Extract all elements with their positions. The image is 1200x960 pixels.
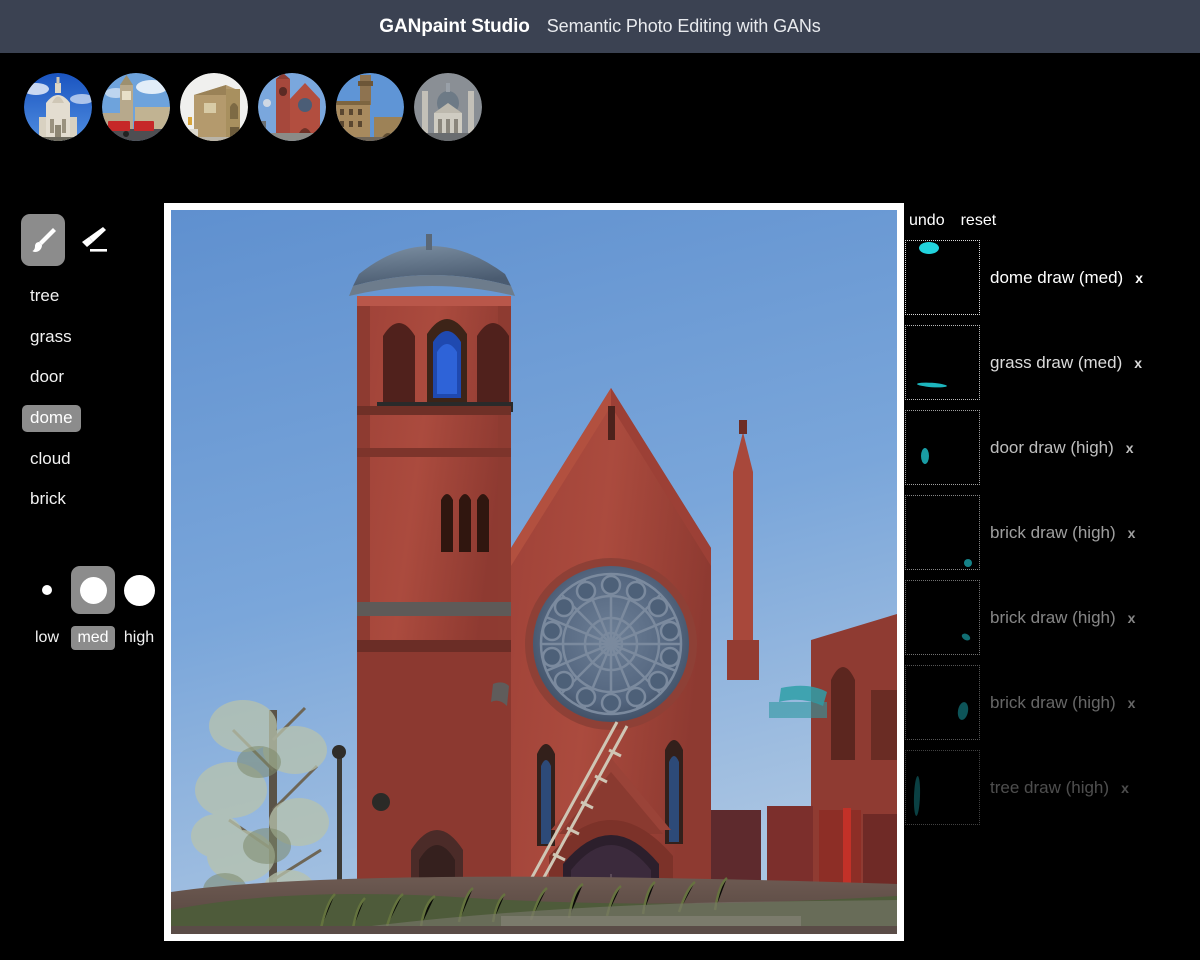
- history-item[interactable]: grass draw (med) x: [905, 325, 1200, 400]
- gallery-thumb-brick-church[interactable]: [258, 73, 326, 141]
- eraser-icon: [76, 223, 110, 257]
- label-item-cloud[interactable]: cloud: [22, 446, 79, 473]
- undo-button[interactable]: undo: [909, 212, 945, 230]
- eraser-tool-button[interactable]: [71, 214, 115, 266]
- label-item-dome[interactable]: dome: [22, 405, 81, 432]
- history-thumbnail[interactable]: [905, 410, 980, 485]
- history-thumbnail[interactable]: [905, 495, 980, 570]
- history-thumbnail[interactable]: [905, 750, 980, 825]
- brush-size-low-dot-icon: [42, 585, 52, 595]
- history-item[interactable]: brick draw (high) x: [905, 580, 1200, 655]
- label-item-grass[interactable]: grass: [22, 324, 80, 351]
- label-item-brick[interactable]: brick: [22, 486, 74, 513]
- history-item[interactable]: brick draw (high) x: [905, 495, 1200, 570]
- brush-size-high-button[interactable]: [117, 566, 161, 614]
- gallery-thumb-palazzo-vecchio[interactable]: [336, 73, 404, 141]
- history-item[interactable]: brick draw (high) x: [905, 665, 1200, 740]
- tool-row: [21, 214, 115, 266]
- brush-size-label-med[interactable]: med: [71, 626, 115, 650]
- history-item-remove-button[interactable]: x: [1128, 525, 1136, 541]
- brush-size-label-high[interactable]: high: [117, 626, 161, 650]
- history-thumbnail[interactable]: [905, 240, 980, 315]
- reset-button[interactable]: reset: [961, 212, 997, 230]
- history-item-label: tree draw (high): [990, 777, 1110, 797]
- brush-size-low-button[interactable]: [25, 566, 69, 614]
- brush-size-med-dot-icon: [79, 576, 107, 604]
- history-thumbnail[interactable]: [905, 665, 980, 740]
- brush-size-selector: [25, 566, 161, 614]
- gallery-thumb-karlskirche-vienna[interactable]: [414, 73, 482, 141]
- history-item-remove-button[interactable]: x: [1121, 780, 1129, 796]
- history-item-remove-button[interactable]: x: [1128, 610, 1136, 626]
- semantic-label-list: tree grass door dome cloud brick: [22, 283, 81, 527]
- brush-size-label-row: low med high: [25, 626, 161, 650]
- brush-icon: [28, 225, 58, 255]
- edit-canvas-frame: [164, 203, 904, 941]
- history-item-label: dome draw (med): [990, 267, 1124, 287]
- history-item[interactable]: dome draw (med) x: [905, 240, 1200, 315]
- history-item-remove-button[interactable]: x: [1126, 440, 1134, 456]
- brush-size-label-low[interactable]: low: [25, 626, 69, 650]
- app-title: GANpaint Studio: [379, 15, 530, 37]
- history-item-label: brick draw (high): [990, 692, 1116, 712]
- history-item-remove-button[interactable]: x: [1128, 695, 1136, 711]
- history-item-remove-button[interactable]: x: [1134, 355, 1142, 371]
- history-item[interactable]: door draw (high) x: [905, 410, 1200, 485]
- history-item[interactable]: tree draw (high) x: [905, 750, 1200, 825]
- history-item-remove-button[interactable]: x: [1135, 270, 1143, 286]
- history-item-label: grass draw (med): [990, 352, 1123, 372]
- gallery-thumb-clock-tower-street[interactable]: [102, 73, 170, 141]
- gallery-thumbnail-strip: [24, 73, 482, 141]
- history-item-label: door draw (high): [990, 437, 1114, 457]
- app-subtitle: Semantic Photo Editing with GANs: [546, 16, 821, 36]
- label-item-tree[interactable]: tree: [22, 283, 67, 310]
- history-item-label: brick draw (high): [990, 607, 1116, 627]
- history-thumbnail[interactable]: [905, 325, 980, 400]
- gallery-thumb-stone-church-facade[interactable]: [180, 73, 248, 141]
- label-item-door[interactable]: door: [22, 364, 72, 391]
- history-list: dome draw (med) x grass draw (med) x doo…: [905, 240, 1200, 825]
- brush-size-high-dot-icon: [123, 574, 155, 606]
- history-item-label: brick draw (high): [990, 522, 1116, 542]
- history-thumbnail[interactable]: [905, 580, 980, 655]
- brush-tool-button[interactable]: [21, 214, 65, 266]
- history-panel: undo reset dome draw (med) x grass draw …: [905, 212, 1200, 825]
- app-header: GANpaint Studio Semantic Photo Editing w…: [0, 0, 1200, 53]
- gallery-thumb-frauenkirche-dresden[interactable]: [24, 73, 92, 141]
- edit-canvas[interactable]: [171, 210, 897, 934]
- brush-size-med-button[interactable]: [71, 566, 115, 614]
- panel-actions: undo reset: [905, 212, 1200, 230]
